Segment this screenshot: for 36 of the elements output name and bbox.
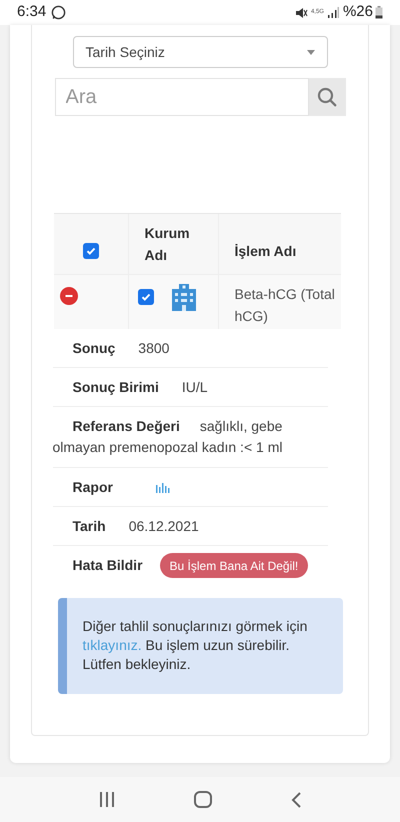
clock: 6:34	[17, 2, 46, 22]
signal-icon	[326, 7, 339, 18]
chat-bubble-icon	[51, 5, 66, 20]
reference-value-text: Referans Değeri sağlıklı, gebe olmayan premenopozal kadın :< 1 ml	[52, 417, 284, 457]
detail-label: Sonuç Birimi	[72, 378, 159, 397]
detail-value: IU/L	[182, 378, 208, 396]
mute-icon	[294, 6, 308, 18]
column-header: İşlem Adı	[234, 242, 296, 261]
home-icon[interactable]	[194, 791, 212, 808]
checkbox[interactable]	[82, 243, 98, 259]
back-icon[interactable]	[290, 792, 301, 808]
search-field[interactable]: Ara	[54, 78, 308, 116]
column-header: Kurum Adı	[144, 224, 191, 265]
detail-label: Rapor	[72, 478, 113, 497]
battery-icon	[375, 6, 383, 19]
search-icon	[317, 87, 337, 107]
detail-label: Sonuç	[72, 338, 116, 358]
detail-value: 3800	[138, 338, 170, 358]
checkbox[interactable]	[138, 289, 154, 305]
remove-icon[interactable]	[60, 287, 78, 305]
battery-percent: %26	[342, 2, 373, 22]
search-button[interactable]	[308, 78, 346, 116]
click-here-link[interactable]: tıklayınız.	[82, 637, 142, 653]
caret-icon	[306, 50, 314, 54]
recent-apps-icon[interactable]	[99, 792, 116, 807]
table-cell: Beta-hCG (Total hCG)	[234, 286, 335, 324]
check-icon	[140, 291, 152, 303]
check-icon	[84, 245, 96, 257]
info-message: Diğer tahlil sonuçlarınızı görmek için tıklayınız. Bu işlem uzun sürebilir. Lütfen bekleyiniz.	[82, 617, 308, 674]
report-error-button[interactable]: Bu İşlem Bana Ait Değil!	[160, 553, 308, 578]
building-icon	[170, 283, 198, 311]
detail-label: Tarih	[72, 516, 106, 536]
detail-value: 06.12.2021	[128, 516, 199, 536]
detail-label: Hata Bildir	[72, 556, 143, 575]
bar-chart-icon[interactable]	[156, 482, 170, 492]
date-select[interactable]: Tarih Seçiniz	[72, 36, 328, 68]
